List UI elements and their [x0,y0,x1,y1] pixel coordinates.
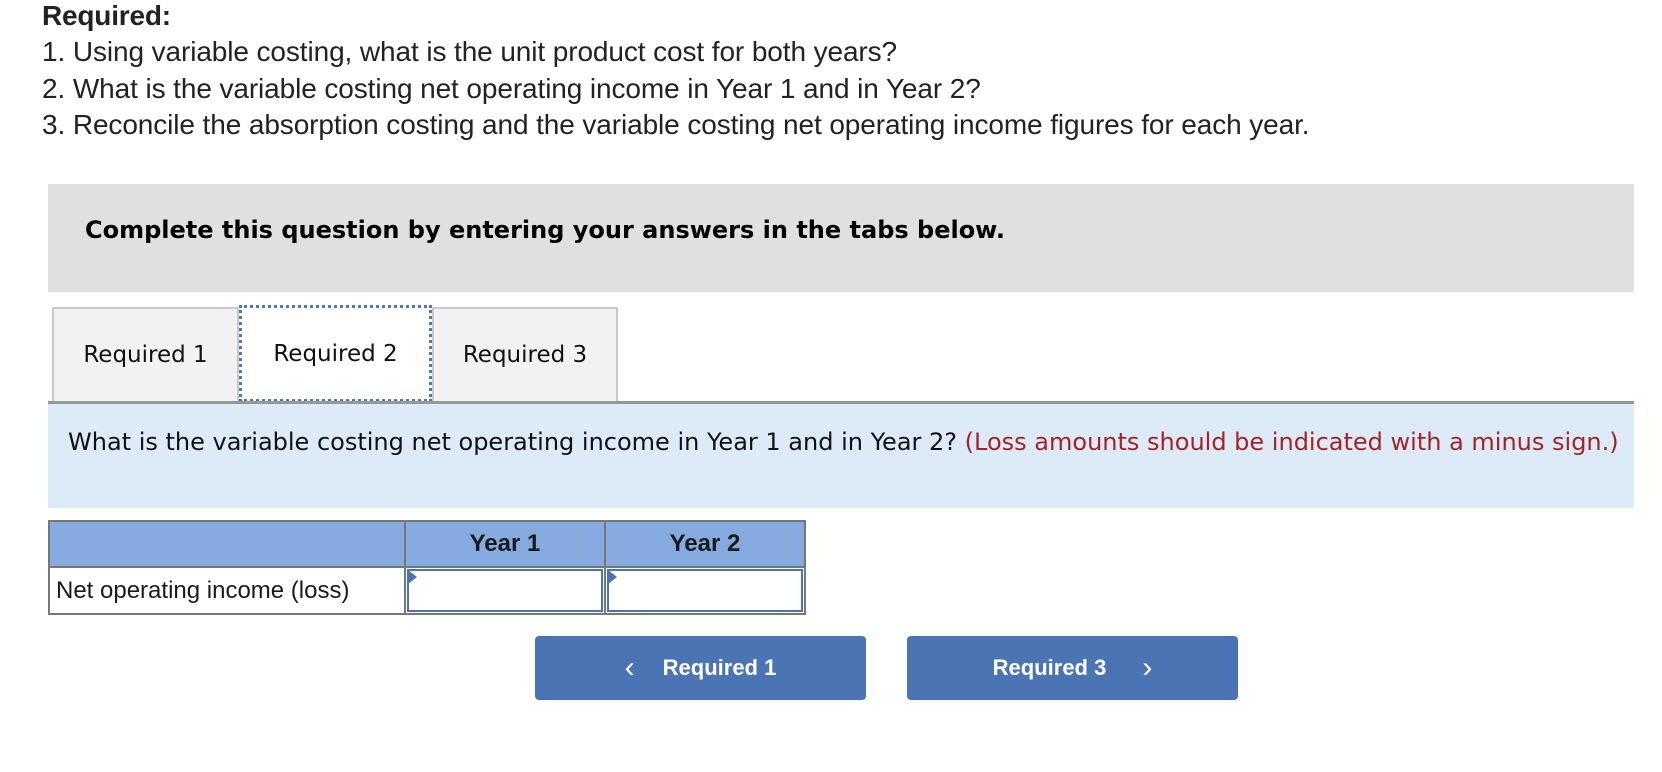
header-year-2: Year 2 [604,520,806,568]
next-button-label: Required 3 [992,655,1107,680]
question-box: What is the variable costing net operati… [48,401,1634,508]
requirement-item: 3. Reconcile the absorption costing and … [42,109,1310,140]
table-row: Net operating income (loss) [48,566,806,615]
next-required-3-button[interactable]: Required 3 › [907,636,1238,700]
question-prompt: What is the variable costing net operati… [68,428,958,456]
year-1-cell [404,566,606,615]
header-blank [48,520,406,568]
header-year-1: Year 1 [404,520,606,568]
loss-note: (Loss amounts should be indicated with a… [964,428,1619,456]
required-heading: Required: [42,0,171,31]
requirement-item: 1. Using variable costing, what is the u… [42,36,898,67]
chevron-left-icon: ‹ [624,651,635,684]
year-1-input[interactable] [407,569,603,612]
question-text: What is the variable costing net operati… [68,426,1634,458]
year-2-input[interactable] [607,569,803,612]
tab-required-3[interactable]: Required 3 [432,307,618,401]
row-label-net-operating-income: Net operating income (loss) [48,566,406,615]
chevron-right-icon: › [1142,651,1153,684]
tab-required-1[interactable]: Required 1 [52,307,239,401]
requirements-list: 1. Using variable costing, what is the u… [42,34,1310,144]
prev-button-label: Required 1 [662,655,777,680]
table-header-row: Year 1 Year 2 [48,520,806,568]
answer-table: Year 1 Year 2 Net operating income (loss… [48,520,806,615]
requirement-item: 2. What is the variable costing net oper… [42,72,981,104]
tab-required-2[interactable]: Required 2 [239,305,432,402]
year-2-cell [604,566,806,615]
tab-bar: Required 1 Required 2 Required 3 [52,305,618,402]
instructions-banner: Complete this question by entering your … [48,184,1634,292]
banner-text: Complete this question by entering your … [85,216,1005,244]
prev-required-1-button[interactable]: ‹ Required 1 [535,636,866,700]
